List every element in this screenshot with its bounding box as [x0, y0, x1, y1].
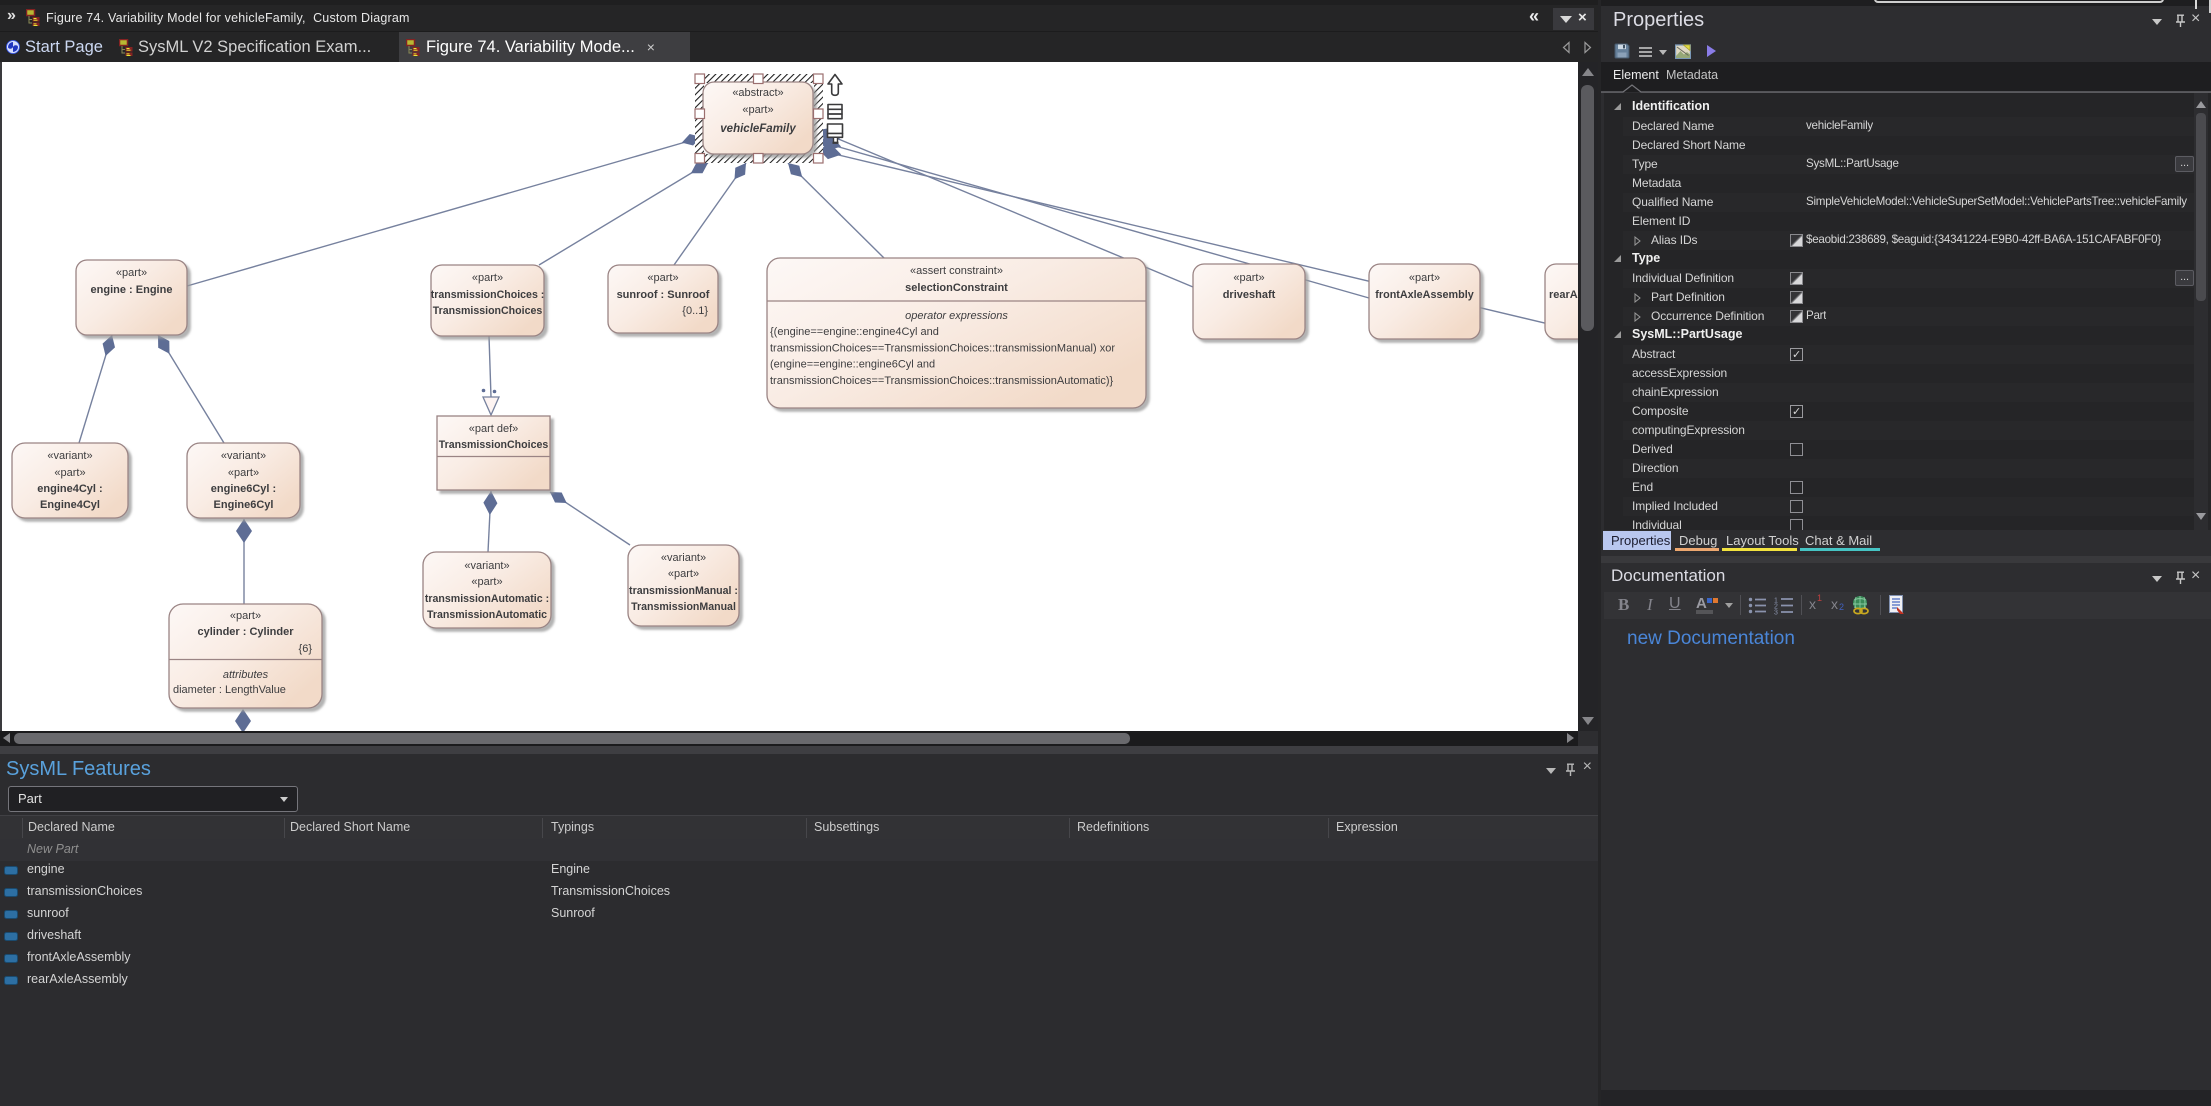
svg-text:«part»: «part»: [116, 267, 147, 279]
svg-text:«part»: «part»: [54, 467, 85, 479]
svg-text:«variant»: «variant»: [661, 552, 706, 564]
svg-text:«variant»: «variant»: [221, 450, 266, 462]
svg-text:«part»: «part»: [230, 610, 261, 622]
svg-text:«part»: «part»: [472, 272, 503, 284]
svg-text:attributes: attributes: [223, 669, 269, 681]
svg-text:selectionConstraint: selectionConstraint: [905, 282, 1008, 294]
svg-text:TransmissionManual: TransmissionManual: [631, 601, 736, 613]
svg-text:diameter : LengthValue: diameter : LengthValue: [173, 684, 286, 696]
svg-text:Engine6Cyl: Engine6Cyl: [214, 499, 274, 511]
svg-text:«assert constraint»: «assert constraint»: [910, 265, 1003, 277]
svg-text:driveshaft: driveshaft: [1223, 289, 1276, 301]
svg-text:TransmissionChoices: TransmissionChoices: [439, 439, 549, 451]
svg-text:«part»: «part»: [742, 104, 773, 116]
svg-text:{6}: {6}: [299, 643, 313, 655]
svg-text:«variant»: «variant»: [47, 450, 92, 462]
svg-text:{(engine==engine::engine4Cyl a: {(engine==engine::engine4Cyl and: [770, 326, 939, 338]
svg-text:Engine4Cyl: Engine4Cyl: [40, 499, 100, 511]
svg-text:transmissionChoices :: transmissionChoices :: [431, 289, 545, 301]
svg-text:rearAxleAssembly :: rearAxleAssembly :: [1549, 289, 1578, 301]
svg-text:cylinder : Cylinder: cylinder : Cylinder: [198, 626, 295, 638]
svg-text:vehicleFamily: vehicleFamily: [720, 123, 796, 135]
svg-text:«part»: «part»: [471, 576, 502, 588]
svg-text:sunroof : Sunroof: sunroof : Sunroof: [617, 289, 710, 301]
svg-text:3: 3: [1774, 610, 1778, 616]
svg-text:{0..1}: {0..1}: [682, 305, 708, 317]
svg-text:«part»: «part»: [1409, 272, 1440, 284]
svg-text:«part»: «part»: [228, 467, 259, 479]
svg-text:«part def»: «part def»: [469, 423, 519, 435]
svg-text:engine6Cyl :: engine6Cyl :: [211, 483, 276, 495]
svg-text:transmissionChoices==Transmiss: transmissionChoices==TransmissionChoices…: [770, 343, 1115, 355]
svg-text:«part»: «part»: [668, 568, 699, 580]
svg-text:TransmissionAutomatic: TransmissionAutomatic: [427, 609, 547, 621]
svg-text:frontAxleAssembly: frontAxleAssembly: [1375, 289, 1473, 301]
svg-text:operator expressions: operator expressions: [905, 310, 1008, 322]
svg-text:engine : Engine: engine : Engine: [91, 284, 173, 296]
svg-text:transmissionChoices==Transmiss: transmissionChoices==TransmissionChoices…: [770, 375, 1113, 387]
svg-text:engine4Cyl :: engine4Cyl :: [37, 483, 102, 495]
svg-text:TransmissionChoices: TransmissionChoices: [433, 305, 543, 317]
svg-text:«abstract»: «abstract»: [732, 87, 783, 99]
svg-text:«part»: «part»: [1233, 272, 1264, 284]
svg-text:«variant»: «variant»: [464, 560, 509, 572]
svg-text:transmissionManual :: transmissionManual :: [629, 585, 738, 597]
svg-text:transmissionAutomatic :: transmissionAutomatic :: [425, 593, 549, 605]
svg-text:«part»: «part»: [647, 272, 678, 284]
svg-text:(engine==engine::engine6Cyl an: (engine==engine::engine6Cyl and: [770, 359, 935, 371]
